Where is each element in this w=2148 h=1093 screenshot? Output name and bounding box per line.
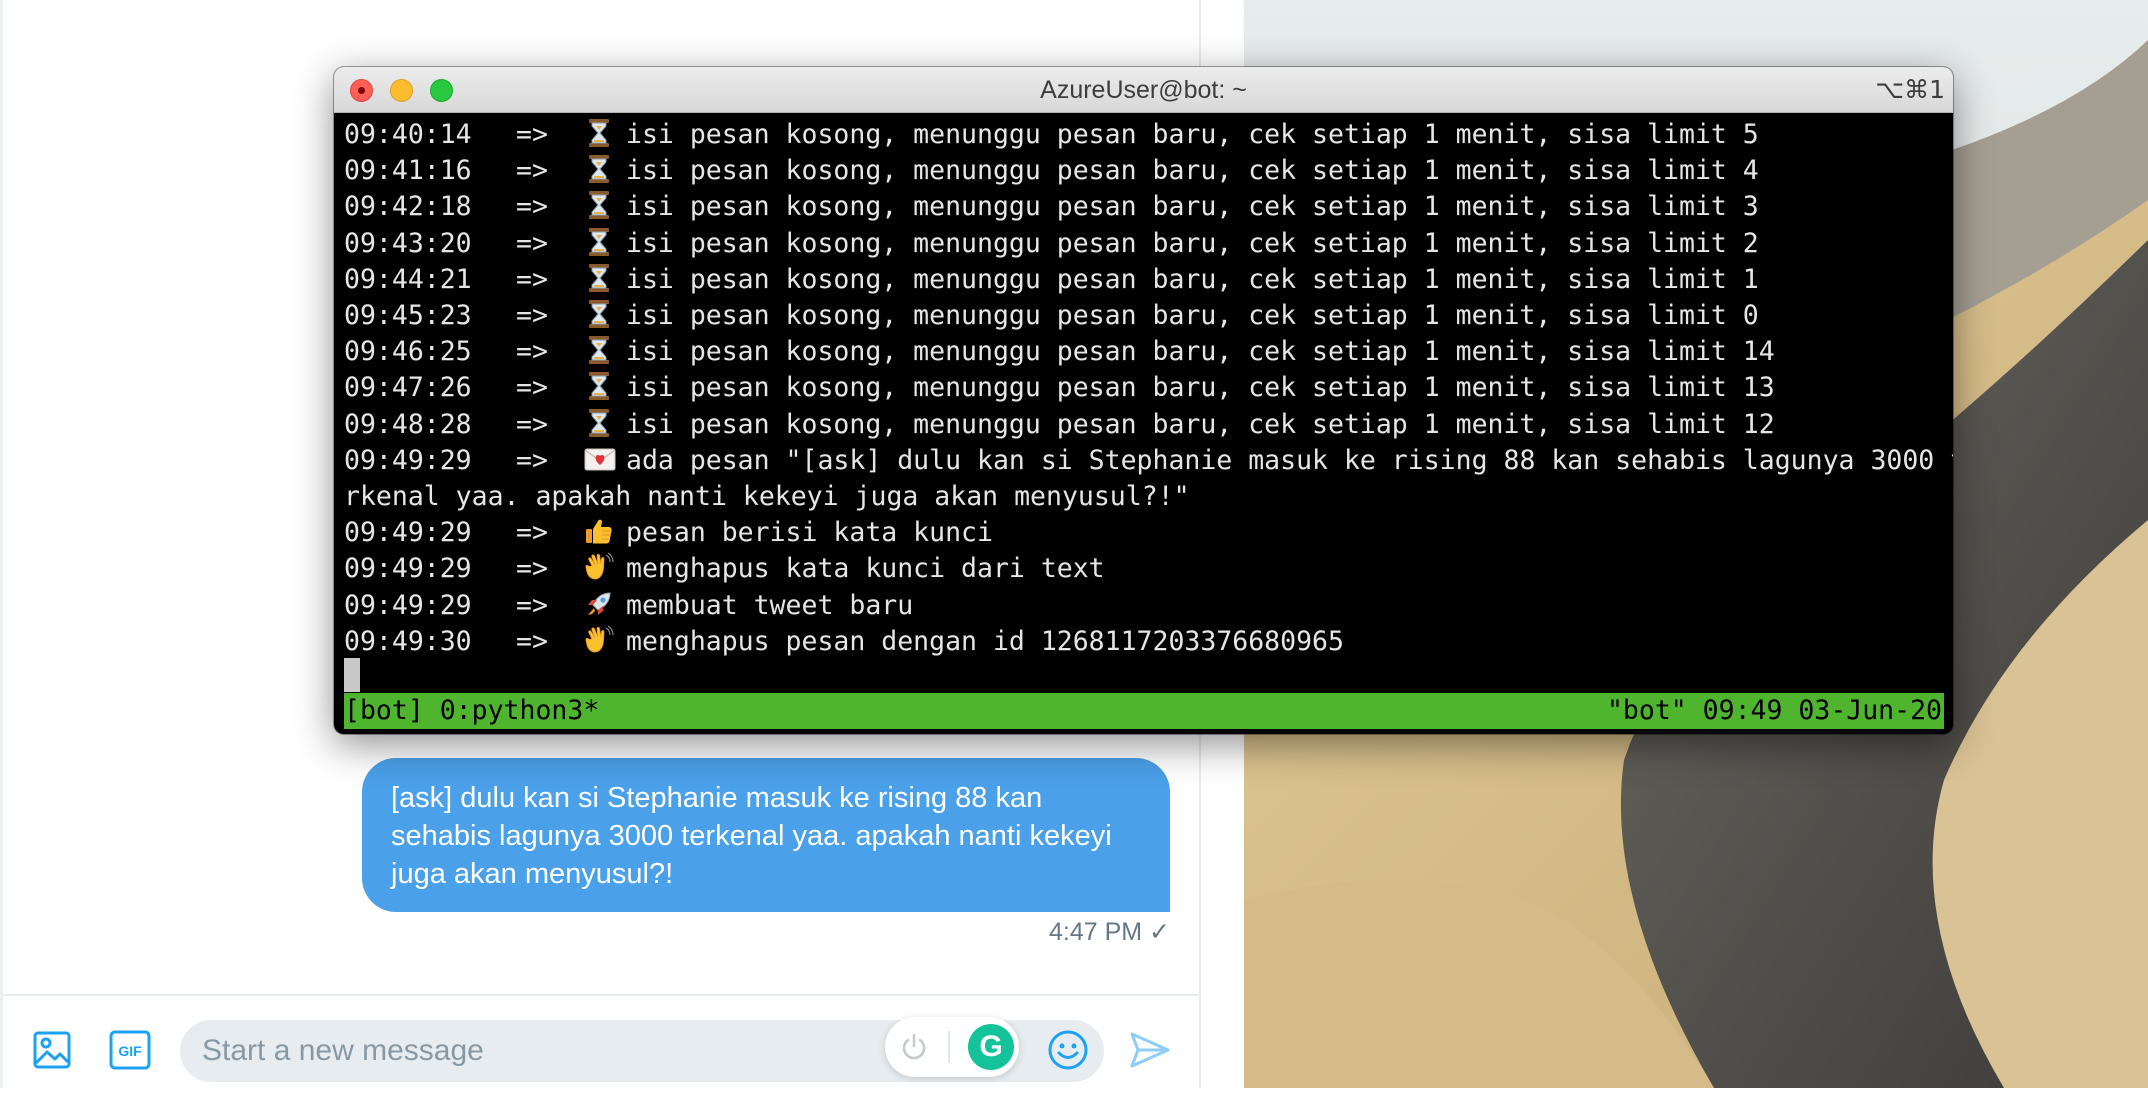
log-timestamp: 09:49:29 [344, 589, 472, 621]
log-timestamp: 09:49:29 [344, 553, 472, 585]
window-title-bar[interactable]: AzureUser@bot: ~ ⌥⌘1 [334, 67, 1953, 113]
log-timestamp: 09:49:30 [344, 625, 472, 657]
message-input-placeholder: Start a new message [202, 1034, 484, 1067]
log-timestamp: 09:43:20 [344, 227, 472, 259]
hourglass-icon [584, 117, 626, 153]
hourglass-icon [584, 334, 626, 370]
terminal-line: 09:43:20 => isi pesan kosong, menunggu pes… [344, 226, 1759, 262]
terminal-line: 09:42:18 => isi pesan kosong, menunggu pes… [344, 189, 1759, 225]
grammarly-widget[interactable]: G [885, 1017, 1019, 1077]
sent-message-bubble[interactable]: [ask] dulu kan si Stephanie masuk ke ris… [362, 758, 1170, 912]
terminal-line: 09:46:25 => isi pesan kosong, menunggu pes… [344, 334, 1775, 370]
gif-label: GIF [118, 1043, 142, 1059]
log-arrow: => [516, 372, 548, 404]
window-shortcut: ⌥⌘1 [1875, 75, 1945, 104]
tmux-host-clock: "bot" 09:49 03-Jun-20 [1606, 695, 1942, 726]
log-arrow: => [516, 625, 548, 657]
terminal-line: 09:49:30 => menghapus pesan dengan id 1268… [344, 624, 1344, 660]
log-message: isi pesan kosong, menunggu pesan baru, c… [626, 336, 1775, 368]
log-timestamp: 09:40:14 [344, 119, 472, 150]
log-message: membuat tweet baru [626, 589, 914, 621]
smiley-icon[interactable] [1046, 1028, 1090, 1072]
gif-icon[interactable]: GIF [109, 1030, 151, 1070]
widget-separator [948, 1031, 950, 1063]
image-icon[interactable] [32, 1030, 72, 1070]
hourglass-icon [584, 189, 626, 225]
log-arrow: => [516, 517, 548, 549]
log-arrow: => [516, 263, 548, 295]
terminal-line: 09:49:29 => ada pesan "[ask] dulu kan si S… [344, 443, 1953, 479]
terminal-line: 09:47:26 => isi pesan kosong, menunggu pes… [344, 370, 1775, 406]
log-message: isi pesan kosong, menunggu pesan baru, c… [626, 372, 1775, 404]
terminal-line: 09:49:29 => pesan berisi kata kunci [344, 515, 993, 551]
terminal-line: 09:49:29 => membuat tweet baru [344, 588, 913, 624]
log-message: ada pesan "[ask] dulu kan si Stephanie m… [626, 444, 1953, 476]
log-message: menghapus kata kunci dari text [626, 553, 1105, 585]
terminal-line: 09:41:16 => isi pesan kosong, menunggu pes… [344, 153, 1759, 189]
log-arrow: => [516, 444, 548, 476]
log-message: isi pesan kosong, menunggu pesan baru, c… [626, 155, 1759, 187]
terminal-window[interactable]: AzureUser@bot: ~ ⌥⌘1 09:40:14 => isi pesan… [334, 67, 1953, 734]
panel-edge [0, 0, 3, 1088]
thumbs-up-icon [584, 515, 626, 551]
hourglass-icon [584, 262, 626, 298]
log-timestamp: 09:49:29 [344, 517, 472, 549]
log-arrow: => [516, 336, 548, 368]
log-message: pesan berisi kata kunci [626, 517, 993, 549]
log-message: rkenal yaa. apakah nanti kekeyi juga aka… [344, 481, 1190, 512]
log-timestamp: 09:46:25 [344, 336, 472, 368]
log-arrow: => [516, 300, 548, 331]
hourglass-icon [584, 153, 626, 189]
log-message: isi pesan kosong, menunggu pesan baru, c… [626, 408, 1775, 440]
log-arrow: => [516, 227, 548, 259]
log-timestamp: 09:41:16 [344, 155, 472, 187]
terminal-line: 09:44:21 => isi pesan kosong, menunggu pes… [344, 262, 1759, 298]
log-timestamp: 09:44:21 [344, 263, 472, 295]
love-letter-icon [584, 443, 626, 479]
send-icon[interactable] [1128, 1028, 1172, 1072]
log-timestamp: 09:47:26 [344, 372, 472, 404]
grammarly-icon[interactable]: G [968, 1024, 1014, 1070]
window-title: AzureUser@bot: ~ [1040, 76, 1247, 104]
terminal-line: 09:48:28 => isi pesan kosong, menunggu pes… [344, 407, 1775, 443]
terminal-line: rkenal yaa. apakah nanti kekeyi juga aka… [344, 479, 1190, 515]
log-timestamp: 09:45:23 [344, 300, 472, 331]
log-arrow: => [516, 155, 548, 187]
log-message: isi pesan kosong, menunggu pesan baru, c… [626, 300, 1759, 331]
tmux-session-window: [bot] 0:python3* [344, 695, 600, 726]
message-timestamp: 4:47 PM ✓ [1049, 918, 1170, 946]
log-arrow: => [516, 589, 548, 621]
log-arrow: => [516, 191, 548, 223]
tmux-status-bar: [bot] 0:python3* "bot" 09:49 03-Jun-20 [344, 693, 1944, 729]
rocket-icon [584, 588, 626, 624]
power-icon[interactable] [899, 1032, 929, 1062]
log-timestamp: 09:42:18 [344, 191, 472, 223]
composer-divider [3, 994, 1199, 996]
message-text: [ask] dulu kan si Stephanie masuk ke ris… [391, 782, 1112, 890]
hourglass-icon [584, 226, 626, 262]
hourglass-icon [584, 298, 626, 334]
log-arrow: => [516, 119, 548, 150]
log-timestamp: 09:49:29 [344, 444, 472, 476]
terminal-cursor [344, 658, 360, 692]
log-message: menghapus pesan dengan id 12681172033766… [626, 625, 1344, 657]
terminal-output[interactable]: 09:40:14 => isi pesan kosong, menunggu pes… [344, 117, 1953, 657]
log-message: isi pesan kosong, menunggu pesan baru, c… [626, 227, 1759, 259]
terminal-line: 09:49:29 => menghapus kata kunci dari text [344, 551, 1105, 587]
log-message: isi pesan kosong, menunggu pesan baru, c… [626, 263, 1759, 295]
log-arrow: => [516, 408, 548, 440]
waving-hand-icon [584, 624, 626, 660]
hourglass-icon [584, 370, 626, 406]
waving-hand-icon [584, 551, 626, 587]
log-timestamp: 09:48:28 [344, 408, 472, 440]
terminal-line: 09:45:23 => isi pesan kosong, menunggu pes… [344, 298, 1759, 334]
log-message: isi pesan kosong, menunggu pesan baru, c… [626, 191, 1759, 223]
hourglass-icon [584, 407, 626, 443]
terminal-line: 09:40:14 => isi pesan kosong, menunggu pes… [344, 117, 1759, 153]
log-arrow: => [516, 553, 548, 585]
log-message: isi pesan kosong, menunggu pesan baru, c… [626, 119, 1759, 150]
